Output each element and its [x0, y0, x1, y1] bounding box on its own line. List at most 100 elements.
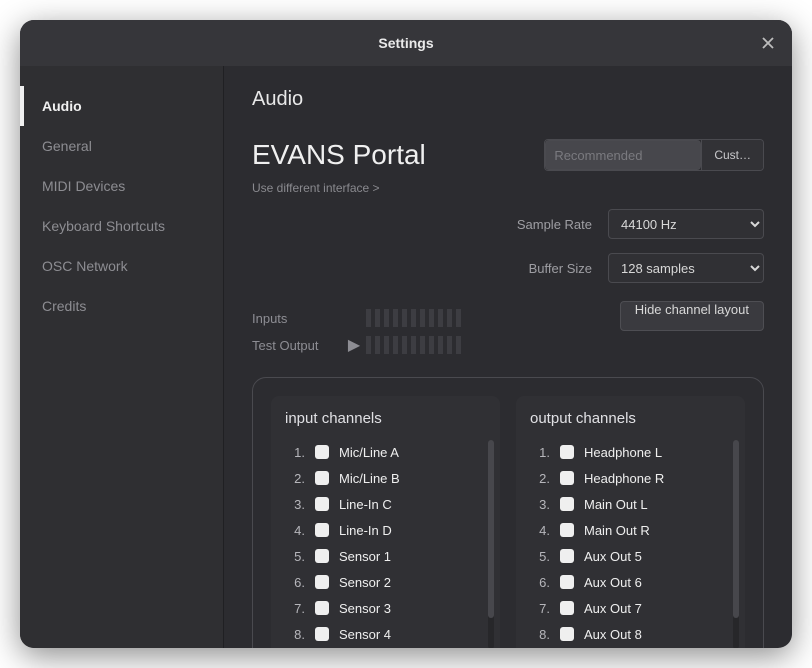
- output-channel-row: 8. Aux Out 8: [530, 621, 735, 647]
- input-channels-heading: input channels: [285, 410, 490, 427]
- sample-rate-label: Sample Rate: [517, 217, 592, 232]
- output-channel-checkbox[interactable]: [560, 549, 574, 563]
- input-channel-row: 6. Sensor 2: [285, 569, 490, 595]
- output-channel-row: 2. Headphone R: [530, 465, 735, 491]
- use-different-interface-link[interactable]: Use different interface >: [252, 181, 426, 195]
- output-channel-checkbox[interactable]: [560, 497, 574, 511]
- input-channel-row: 1. Mic/Line A: [285, 439, 490, 465]
- channel-number: 8.: [285, 627, 305, 642]
- preset-custom-button[interactable]: Cust…: [701, 140, 763, 170]
- inputs-label: Inputs: [252, 311, 342, 326]
- sidebar-item-osc-network[interactable]: OSC Network: [20, 246, 223, 286]
- input-channel-checkbox[interactable]: [315, 575, 329, 589]
- interface-name: EVANS Portal: [252, 139, 426, 171]
- output-meter: [366, 336, 461, 354]
- output-channel-row: 4. Main Out R: [530, 517, 735, 543]
- channel-number: 1.: [530, 445, 550, 460]
- sidebar-item-keyboard-shortcuts[interactable]: Keyboard Shortcuts: [20, 206, 223, 246]
- sidebar-item-general[interactable]: General: [20, 126, 223, 166]
- channel-number: 3.: [285, 497, 305, 512]
- input-channel-label: Line-In D: [339, 523, 392, 538]
- input-channel-checkbox[interactable]: [315, 445, 329, 459]
- output-channel-checkbox[interactable]: [560, 601, 574, 615]
- input-channel-label: Sensor 3: [339, 601, 391, 616]
- channel-layout-panel: input channels 1. Mic/Line A 2. Mic/Line B 3…: [252, 377, 764, 648]
- output-channel-label: Aux Out 6: [584, 575, 642, 590]
- output-channel-row: 5. Aux Out 5: [530, 543, 735, 569]
- channel-number: 7.: [285, 601, 305, 616]
- input-channel-label: Sensor 4: [339, 627, 391, 642]
- close-icon: [760, 35, 776, 51]
- output-channel-label: Headphone L: [584, 445, 662, 460]
- channel-number: 5.: [285, 549, 305, 564]
- input-channel-checkbox[interactable]: [315, 627, 329, 641]
- channel-number: 4.: [530, 523, 550, 538]
- input-channel-row: 5. Sensor 1: [285, 543, 490, 569]
- titlebar: Settings: [20, 20, 792, 66]
- buffer-size-select[interactable]: 128 samples: [608, 253, 764, 283]
- input-channel-row: 8. Sensor 4: [285, 621, 490, 647]
- output-channel-row: 6. Aux Out 6: [530, 569, 735, 595]
- main-panel: Audio EVANS Portal Use different interfa…: [224, 66, 792, 648]
- channel-number: 5.: [530, 549, 550, 564]
- sample-rate-select[interactable]: 44100 Hz: [608, 209, 764, 239]
- input-channel-checkbox[interactable]: [315, 549, 329, 563]
- input-meter: [366, 309, 461, 327]
- input-channel-label: Sensor 2: [339, 575, 391, 590]
- input-channel-checkbox[interactable]: [315, 497, 329, 511]
- input-channel-checkbox[interactable]: [315, 523, 329, 537]
- sidebar-item-midi-devices[interactable]: MIDI Devices: [20, 166, 223, 206]
- close-button[interactable]: [758, 33, 778, 53]
- output-channel-label: Main Out L: [584, 497, 648, 512]
- channel-number: 4.: [285, 523, 305, 538]
- channel-number: 7.: [530, 601, 550, 616]
- output-channels-column: output channels 1. Headphone L 2. Headphone…: [516, 396, 745, 648]
- output-channel-checkbox[interactable]: [560, 627, 574, 641]
- preset-segmented-control: Recommended Cust…: [544, 139, 764, 171]
- input-channel-checkbox[interactable]: [315, 471, 329, 485]
- channel-number: 1.: [285, 445, 305, 460]
- sidebar-item-credits[interactable]: Credits: [20, 286, 223, 326]
- preset-recommended-button[interactable]: Recommended: [545, 140, 701, 170]
- buffer-size-label: Buffer Size: [529, 261, 592, 276]
- scrollbar[interactable]: [733, 440, 739, 648]
- output-channel-row: 1. Headphone L: [530, 439, 735, 465]
- output-channel-label: Aux Out 7: [584, 601, 642, 616]
- channel-number: 2.: [285, 471, 305, 486]
- sidebar-item-audio[interactable]: Audio: [20, 86, 223, 126]
- settings-window: Settings AudioGeneralMIDI DevicesKeyboar…: [20, 20, 792, 648]
- input-channel-label: Sensor 1: [339, 549, 391, 564]
- channel-number: 2.: [530, 471, 550, 486]
- play-icon[interactable]: ▶: [342, 335, 366, 355]
- page-heading: Audio: [252, 88, 764, 111]
- output-channel-label: Headphone R: [584, 471, 664, 486]
- output-channel-checkbox[interactable]: [560, 575, 574, 589]
- output-channel-checkbox[interactable]: [560, 523, 574, 537]
- output-channel-checkbox[interactable]: [560, 471, 574, 485]
- output-channel-row: 3. Main Out L: [530, 491, 735, 517]
- sidebar: AudioGeneralMIDI DevicesKeyboard Shortcu…: [20, 66, 224, 648]
- input-channel-row: 4. Line-In D: [285, 517, 490, 543]
- input-channel-row: 3. Line-In C: [285, 491, 490, 517]
- output-channel-label: Main Out R: [584, 523, 650, 538]
- output-channel-checkbox[interactable]: [560, 445, 574, 459]
- input-channel-label: Line-In C: [339, 497, 392, 512]
- channel-number: 3.: [530, 497, 550, 512]
- hide-channel-layout-button[interactable]: Hide channel layout: [620, 301, 764, 331]
- scrollbar[interactable]: [488, 440, 494, 648]
- channel-number: 8.: [530, 627, 550, 642]
- channel-number: 6.: [285, 575, 305, 590]
- output-channel-row: 7. Aux Out 7: [530, 595, 735, 621]
- input-channels-column: input channels 1. Mic/Line A 2. Mic/Line B 3…: [271, 396, 500, 648]
- input-channel-label: Mic/Line A: [339, 445, 399, 460]
- test-output-label: Test Output: [252, 338, 342, 353]
- input-channel-row: 2. Mic/Line B: [285, 465, 490, 491]
- input-channel-label: Mic/Line B: [339, 471, 400, 486]
- input-channel-row: 7. Sensor 3: [285, 595, 490, 621]
- channel-number: 6.: [530, 575, 550, 590]
- input-channel-checkbox[interactable]: [315, 601, 329, 615]
- output-channel-label: Aux Out 5: [584, 549, 642, 564]
- output-channels-heading: output channels: [530, 410, 735, 427]
- output-channel-label: Aux Out 8: [584, 627, 642, 642]
- window-title: Settings: [378, 35, 433, 51]
